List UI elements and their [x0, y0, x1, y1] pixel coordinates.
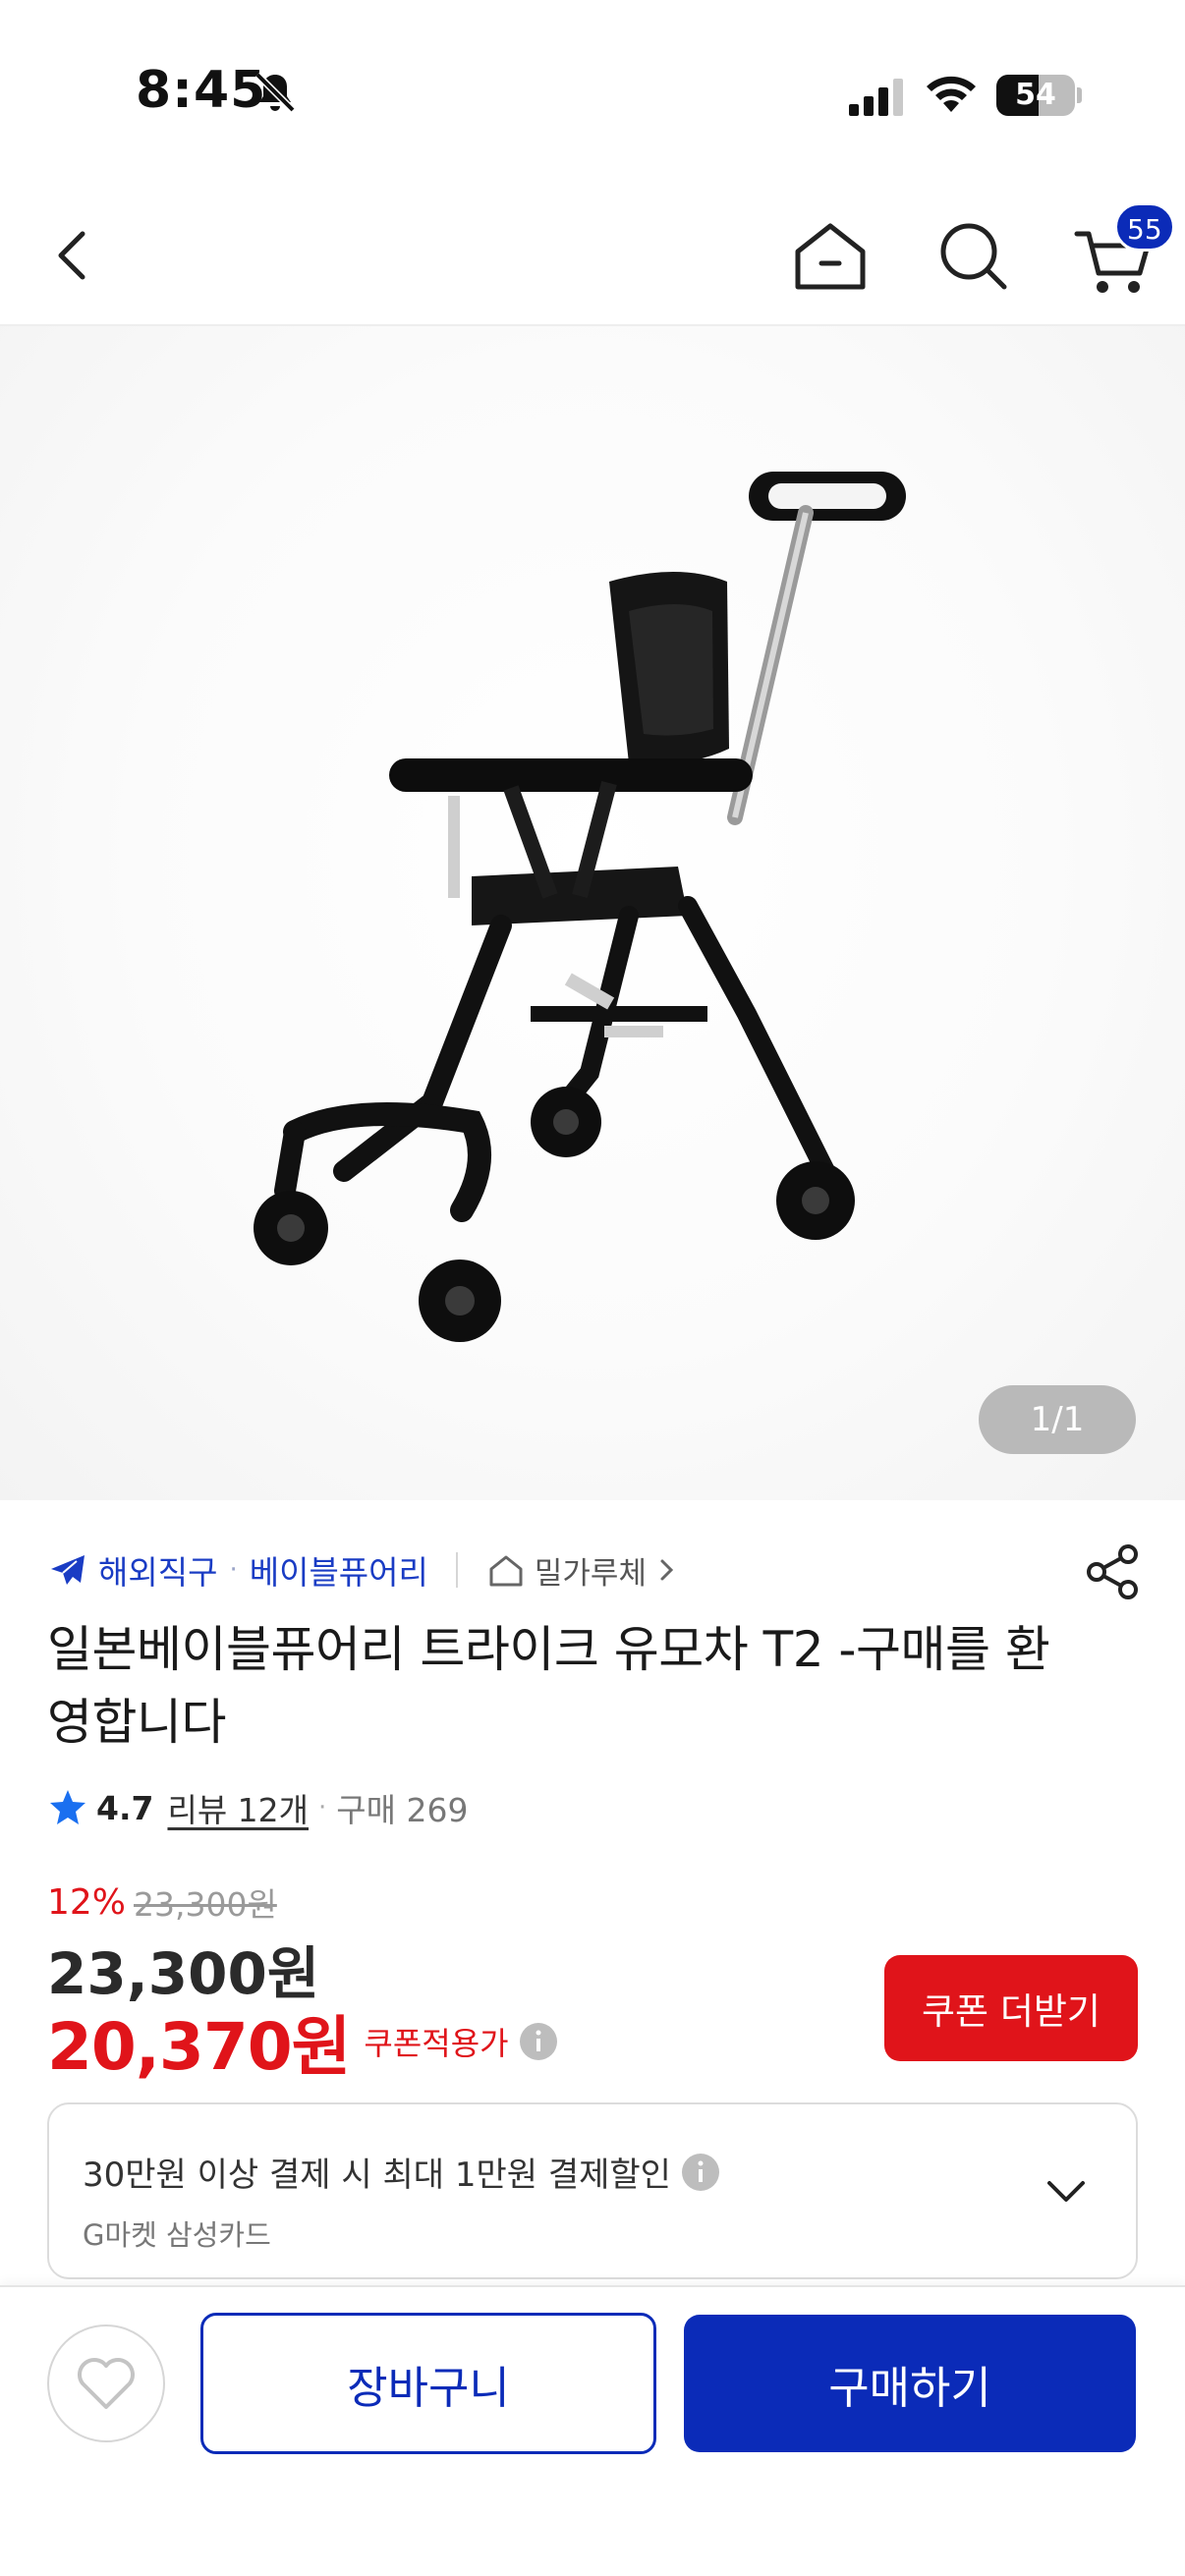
star-icon [50, 1790, 85, 1824]
purchase-count: 구매 269 [336, 1791, 469, 1829]
chevron-down-icon[interactable] [1042, 2167, 1091, 2216]
coupon-applied-price: 20,370원 [47, 2009, 351, 2085]
rating-value: 4.7 [96, 1788, 154, 1827]
rating-row: 4.7 리뷰 12개 · 구매 269 [47, 1780, 469, 1835]
bottom-action-bar: 장바구니 구매하기 [0, 2285, 1185, 2576]
battery-indicator: 54 [996, 75, 1082, 116]
payment-benefit-panel[interactable]: 30만원 이상 결제 시 최대 1만원 결제할인 G마켓 삼성카드 [47, 2102, 1138, 2279]
discount-rate: 12% [47, 1881, 127, 1923]
share-icon[interactable] [1081, 1540, 1144, 1603]
cellular-signal-icon [849, 79, 903, 116]
seller-row: 해외직구 · 베이블퓨어리 밀가루체 [47, 1540, 678, 1599]
home-icon[interactable] [786, 212, 875, 301]
add-to-cart-button[interactable]: 장바구니 [200, 2313, 656, 2454]
store-home-icon [489, 1555, 523, 1587]
info-icon[interactable] [681, 2153, 720, 2192]
chevron-right-icon [660, 1559, 674, 1581]
heart-icon [78, 2358, 135, 2409]
wifi-icon [927, 76, 976, 112]
payment-benefit-text: 30만원 이상 결제 시 최대 1만원 결제할인 [83, 2156, 671, 2195]
status-bar: 8:45 54 [0, 0, 1185, 187]
info-icon[interactable] [519, 2022, 558, 2061]
wishlist-button[interactable] [47, 2324, 165, 2442]
back-arrow-icon[interactable] [39, 216, 108, 295]
battery-level-text: 54 [1015, 78, 1056, 112]
discount-row: 12% 23,300원 [47, 1875, 277, 1930]
payment-card-name: G마켓 삼성카드 [83, 2218, 271, 2252]
cart-count-badge: 55 [1114, 202, 1175, 252]
airplane-icon [51, 1555, 85, 1585]
brand-link[interactable]: 베이블퓨어리 [250, 1546, 428, 1594]
buy-now-button[interactable]: 구매하기 [684, 2315, 1136, 2452]
store-name-link[interactable]: 밀가루체 [535, 1548, 647, 1593]
review-count-link[interactable]: 리뷰 12개 [167, 1784, 309, 1831]
divider [455, 1552, 458, 1588]
separator-dot: · [318, 1793, 327, 1822]
coupon-price-label: 쿠폰적용가 [364, 2025, 509, 2062]
top-navigation [0, 187, 1185, 326]
product-title: 일본베이블퓨어리 트라이크 유모차 T2 -구매를 환영합니다 [47, 1621, 1050, 1751]
product-image-gallery[interactable] [0, 326, 1185, 1500]
product-detail-screen: 8:45 54 55 1/1 해외직구 · 베이블퓨어리 밀가루체 일본베이블퓨… [0, 0, 1185, 2576]
bell-slash-icon [254, 72, 296, 113]
search-icon[interactable] [930, 212, 1018, 301]
get-more-coupons-button[interactable]: 쿠폰 더받기 [884, 1955, 1138, 2061]
stroller-image [254, 472, 906, 1342]
overseas-direct-link[interactable]: 해외직구 [98, 1546, 217, 1594]
original-price: 23,300원 [134, 1885, 277, 1924]
status-time: 8:45 [136, 61, 267, 120]
image-counter: 1/1 [979, 1385, 1136, 1454]
coupon-price-row: 20,370원 쿠폰적용가 [47, 1994, 558, 2089]
payment-benefit-row: 30만원 이상 결제 시 최대 1만원 결제할인 [83, 2148, 720, 2196]
separator-dot: · [229, 1555, 238, 1585]
